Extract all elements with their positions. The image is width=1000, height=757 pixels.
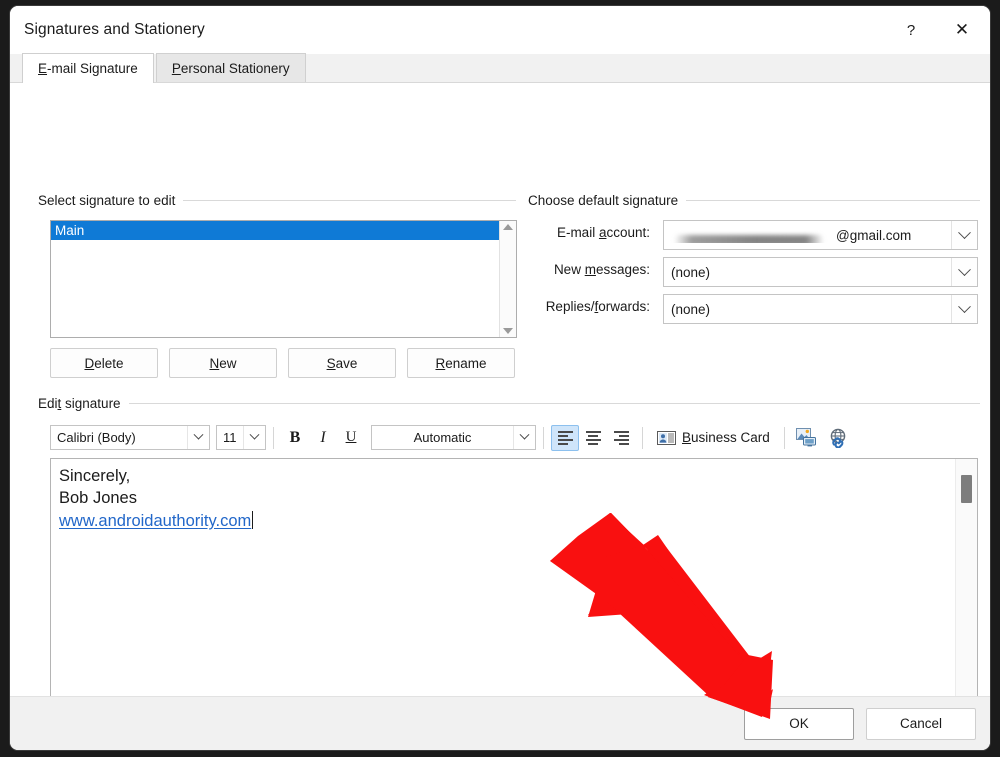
replies-forwards-value: (none) [671,301,711,317]
italic-icon: I [320,428,326,446]
title-bar: Signatures and Stationery ? ✕ [10,6,990,54]
chevron-down-icon[interactable] [951,221,977,249]
dialog-footer: OK Cancel [10,696,990,750]
business-card-button[interactable]: Business Card [650,425,777,451]
insert-hyperlink-button[interactable] [822,425,854,451]
window-title: Signatures and Stationery [24,21,205,38]
dialog-content: Select signature to edit Main Delete New… [10,83,990,750]
list-item[interactable]: Main [51,221,499,240]
insert-picture-button[interactable] [792,425,822,451]
tab-email-signature-label-rest: -mail Signature [47,61,138,76]
underline-icon: U [345,429,357,445]
new-messages-select[interactable]: (none) [663,257,978,287]
delete-button[interactable]: Delete [50,348,158,378]
close-icon[interactable]: ✕ [934,6,990,54]
font-color-value: Automatic [413,430,472,445]
insert-hyperlink-icon [830,428,846,448]
ok-button[interactable]: OK [744,707,854,740]
signature-editor[interactable]: Sincerely, Bob Jones www.androidauthorit… [50,458,978,723]
new-messages-label: New messages: [553,262,650,277]
edit-signature-group-label: Edit signature [38,396,980,411]
bold-button[interactable]: B [281,425,309,451]
replies-forwards-select[interactable]: (none) [663,294,978,324]
font-family-select[interactable]: Calibri (Body) [50,425,210,450]
chevron-down-icon[interactable] [513,426,535,449]
email-account-label: E-mail account: [556,225,650,240]
tab-strip: E-mail Signature Personal Stationery [10,53,990,83]
chevron-down-icon[interactable] [187,426,209,449]
tab-email-signature[interactable]: E-mail Signature [22,53,154,83]
align-center-button[interactable] [579,425,607,451]
signature-line-1: Sincerely, [59,467,131,485]
text-caret [252,510,254,529]
font-size-select[interactable]: 11 [216,425,266,450]
signature-hyperlink[interactable]: www.androidauthority.com [59,512,251,530]
align-center-icon [585,430,601,445]
signatures-and-stationery-dialog: Signatures and Stationery ? ✕ E-mail Sig… [10,6,990,750]
screenshot-root: Signatures and Stationery ? ✕ E-mail Sig… [0,0,1000,757]
align-right-icon [613,430,629,445]
signature-editor-body[interactable]: Sincerely, Bob Jones www.androidauthorit… [51,459,955,722]
bold-icon: B [289,428,301,446]
signature-list[interactable]: Main [50,220,517,338]
toolbar-separator [642,426,643,449]
business-card-icon [657,430,676,445]
tab-personal-stationery[interactable]: Personal Stationery [155,53,306,82]
help-button[interactable]: ? [888,6,934,54]
italic-button[interactable]: I [309,425,337,451]
caption-buttons: ? ✕ [888,6,990,54]
signature-list-items: Main [51,221,499,337]
default-signature-group-label: Choose default signature [528,193,980,208]
font-color-select[interactable]: Automatic [371,425,536,450]
chevron-down-icon[interactable] [951,295,977,323]
scroll-down-icon[interactable] [503,328,513,334]
font-family-value: Calibri (Body) [57,430,136,445]
toolbar-separator [543,426,544,449]
toolbar-separator [783,426,785,449]
chevron-down-icon[interactable] [243,426,265,449]
new-messages-value: (none) [671,264,711,280]
email-account-select[interactable]: @gmail.com [663,220,978,250]
insert-picture-icon [796,428,817,447]
business-card-label: Business Card [682,430,770,445]
align-right-button[interactable] [607,425,635,451]
align-left-icon [557,430,573,445]
editor-scrollbar[interactable] [955,459,977,722]
signature-line-2: Bob Jones [59,489,137,508]
signature-line-3: www.androidauthority.com [59,510,947,532]
redaction-smudge [674,234,824,243]
tab-personal-stationery-label-rest: ersonal Stationery [180,60,290,76]
save-button[interactable]: Save [288,348,396,378]
toolbar-separator [273,426,274,449]
email-account-value: @gmail.com [664,228,951,243]
chevron-down-icon[interactable] [951,258,977,286]
replies-forwards-label: Replies/forwards: [545,299,650,314]
underline-button[interactable]: U [337,425,365,451]
editor-scrollbar-thumb[interactable] [961,475,972,503]
cancel-button[interactable]: Cancel [866,707,976,740]
align-left-button[interactable] [551,424,579,451]
formatting-toolbar: Calibri (Body) 11 B I U Automatic Busine… [50,421,950,454]
font-size-value: 11 [223,430,237,445]
select-signature-group-label: Select signature to edit [38,193,516,208]
new-button[interactable]: New [169,348,277,378]
rename-button[interactable]: Rename [407,348,515,378]
